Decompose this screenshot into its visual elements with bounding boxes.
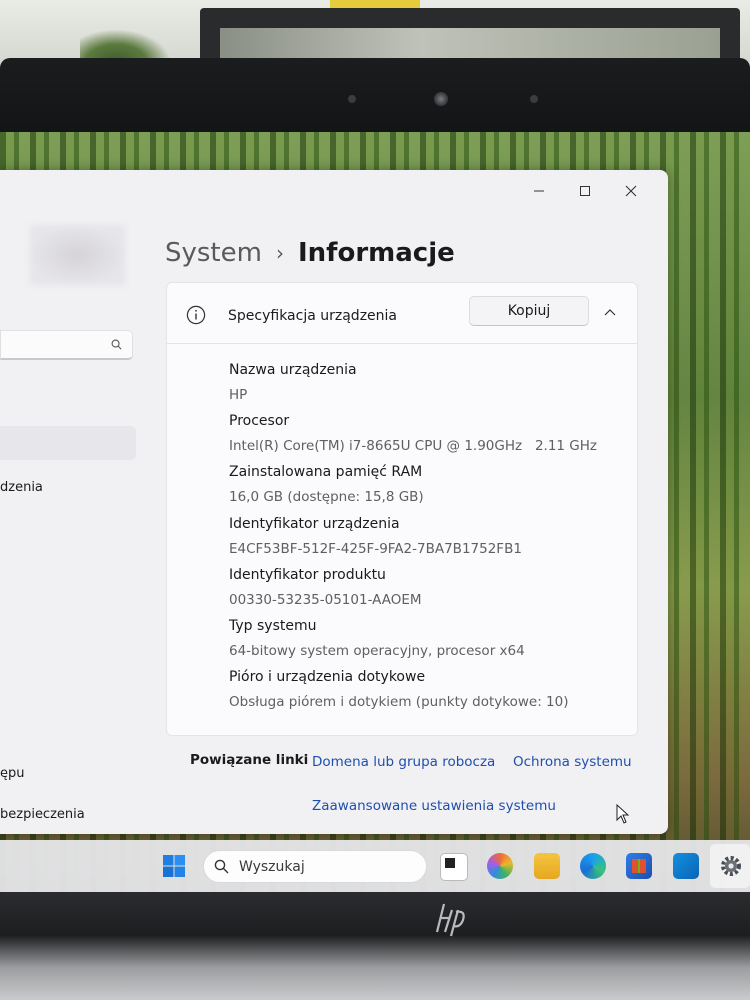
gear-icon <box>721 856 741 876</box>
copilot-icon[interactable] <box>487 853 513 879</box>
task-view-icon[interactable] <box>440 853 468 881</box>
search-input[interactable] <box>0 330 133 360</box>
spec-row: Zainstalowana pamięć RAM 16,0 GB (dostęp… <box>229 463 597 514</box>
spec-list: Nazwa urządzenia HP Procesor Intel(R) Co… <box>229 361 597 719</box>
taskbar: Wyszukaj <box>0 840 750 892</box>
spec-value: 00330-53235-05101-AAOEM <box>229 591 422 608</box>
breadcrumb-separator: › <box>275 241 284 265</box>
spec-row: Identyfikator urządzenia E4CF53BF-512F-4… <box>229 515 597 566</box>
spec-row: Pióro i urządzenia dotykowe Obsługa piór… <box>229 668 597 719</box>
maximize-icon <box>580 186 590 196</box>
domain-workgroup-link[interactable]: Domena lub grupa robocza <box>312 754 495 770</box>
file-explorer-icon[interactable] <box>534 853 560 879</box>
taskbar-search-label: Wyszukaj <box>239 859 305 875</box>
microsoft-store-icon[interactable] <box>626 853 652 879</box>
sidebar-item-access[interactable]: ępu <box>0 766 25 781</box>
windows-start-icon[interactable] <box>162 854 186 878</box>
spec-value: E4CF53BF-512F-425F-9FA2-7BA7B1752FB1 <box>229 540 522 557</box>
advanced-system-settings-link[interactable]: Zaawansowane ustawienia systemu <box>312 798 556 814</box>
mouse-cursor-icon <box>616 804 630 824</box>
minimize-button[interactable] <box>516 176 562 206</box>
window-controls <box>516 176 654 206</box>
sidebar-item-selected[interactable] <box>0 426 136 460</box>
taskbar-search-box[interactable]: Wyszukaj <box>203 850 427 883</box>
avatar <box>30 225 125 285</box>
spec-label: Nazwa urządzenia <box>229 362 357 378</box>
sensor-dot <box>530 95 538 103</box>
breadcrumb: System › Informacje <box>165 238 455 268</box>
hp-logo-icon <box>435 903 465 937</box>
spec-card-header[interactable]: Specyfikacja urządzenia Kopiuj <box>167 283 637 344</box>
related-links-title: Powiązane linki <box>190 752 309 768</box>
spec-value: Intel(R) Core(TM) i7-8665U CPU @ 1.90GHz… <box>229 438 598 455</box>
spec-card-title: Specyfikacja urządzenia <box>228 308 397 324</box>
settings-window: dzenia ępu bezpieczenia System › Informa… <box>0 170 668 834</box>
spec-label: Typ systemu <box>229 617 317 634</box>
sensor-dot <box>348 95 356 103</box>
device-specifications-card: Specyfikacja urządzenia Kopiuj Nazwa urz… <box>166 282 638 736</box>
chevron-up-icon[interactable] <box>603 305 617 319</box>
navigation-pane: dzenia ępu bezpieczenia <box>0 170 150 834</box>
spec-row: Nazwa urządzenia HP <box>229 361 597 412</box>
page-title: Informacje <box>297 238 455 268</box>
outlook-icon[interactable] <box>673 853 699 879</box>
webcam <box>434 92 448 106</box>
spec-label: Identyfikator urządzenia <box>229 515 400 532</box>
sidebar-item-security[interactable]: bezpieczenia <box>0 807 85 822</box>
spec-label: Procesor <box>229 413 290 430</box>
spec-value: Obsługa piórem i dotykiem (punkty dotyko… <box>229 694 569 711</box>
edge-browser-icon[interactable] <box>580 853 606 879</box>
sidebar-item-devices[interactable]: dzenia <box>0 480 43 495</box>
spec-value: 16,0 GB (dostępne: 15,8 GB) <box>229 489 424 506</box>
spec-label: Pióro i urządzenia dotykowe <box>229 669 426 686</box>
spec-value: 64-bitowy system operacyjny, procesor x6… <box>229 642 525 659</box>
close-button[interactable] <box>608 176 654 206</box>
spec-row: Identyfikator produktu 00330-53235-05101… <box>229 566 597 617</box>
settings-app-icon[interactable] <box>718 853 744 879</box>
spec-row: Procesor Intel(R) Core(TM) i7-8665U CPU … <box>229 412 597 463</box>
minimize-icon <box>534 190 544 192</box>
search-icon <box>111 339 122 350</box>
spec-value: HP <box>229 387 248 403</box>
laptop-keyboard-deck <box>0 892 750 1000</box>
search-icon <box>214 859 229 874</box>
breadcrumb-root[interactable]: System <box>165 238 262 268</box>
copy-button[interactable]: Kopiuj <box>469 296 589 326</box>
system-protection-link[interactable]: Ochrona systemu <box>513 754 632 770</box>
spec-label: Identyfikator produktu <box>229 566 386 583</box>
related-links: Powiązane linki Domena lub grupa robocza… <box>166 736 636 826</box>
close-icon <box>625 185 637 197</box>
maximize-button[interactable] <box>562 176 608 206</box>
spec-row: Typ systemu 64-bitowy system operacyjny,… <box>229 617 597 668</box>
info-icon <box>186 305 206 325</box>
spec-label: Zainstalowana pamięć RAM <box>229 464 423 481</box>
